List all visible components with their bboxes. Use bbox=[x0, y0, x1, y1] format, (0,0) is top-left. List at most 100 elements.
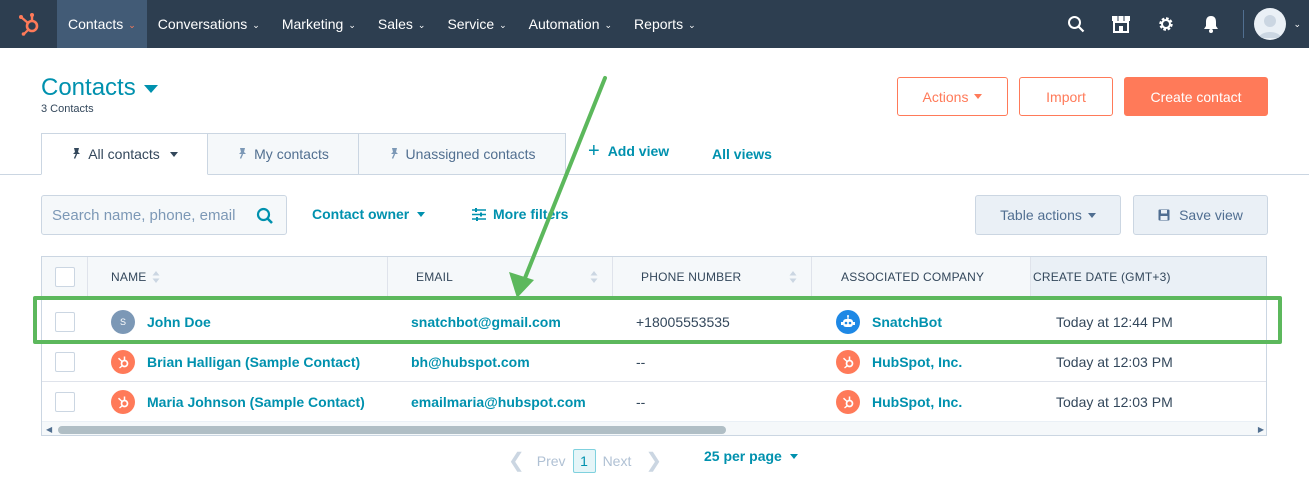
save-view-button[interactable]: Save view bbox=[1133, 195, 1268, 235]
column-label: CREATE DATE (GMT+3) bbox=[1033, 270, 1171, 284]
column-label: NAME bbox=[111, 270, 147, 284]
create-contact-label: Create contact bbox=[1150, 88, 1242, 105]
add-view-button[interactable]: + Add view bbox=[588, 140, 670, 162]
pin-icon bbox=[237, 147, 248, 162]
tab-label: My contacts bbox=[254, 146, 329, 162]
search-icon[interactable] bbox=[1053, 0, 1098, 48]
plus-icon: + bbox=[588, 140, 600, 162]
create-contact-button[interactable]: Create contact bbox=[1124, 77, 1268, 116]
tab-all-contacts[interactable]: All contacts bbox=[41, 133, 208, 175]
gear-icon[interactable] bbox=[1143, 0, 1188, 48]
email-link[interactable]: bh@hubspot.com bbox=[411, 354, 530, 370]
add-view-label: Add view bbox=[607, 143, 670, 159]
avatar-initial: S bbox=[119, 317, 126, 327]
scroll-right-icon[interactable]: ▶ bbox=[1258, 425, 1264, 434]
tab-label: Unassigned contacts bbox=[405, 146, 536, 162]
row-checkbox[interactable] bbox=[55, 392, 75, 412]
all-views-button[interactable]: All views bbox=[712, 146, 772, 162]
contact-owner-label: Contact owner bbox=[312, 206, 410, 222]
select-all-cell bbox=[42, 257, 88, 297]
company-link[interactable]: SnatchBot bbox=[872, 314, 942, 330]
caret-down-icon bbox=[789, 453, 798, 459]
select-all-checkbox[interactable] bbox=[54, 267, 75, 287]
tab-my-contacts[interactable]: My contacts bbox=[207, 133, 359, 175]
tab-unassigned-contacts[interactable]: Unassigned contacts bbox=[358, 133, 566, 175]
chevron-down-icon: ⌄ bbox=[688, 19, 696, 30]
create-date-value: Today at 12:03 PM bbox=[1056, 354, 1173, 370]
row-checkbox-cell bbox=[55, 302, 75, 342]
nav-conversations[interactable]: Conversations ⌄ bbox=[147, 0, 271, 48]
column-label: PHONE NUMBER bbox=[641, 270, 742, 284]
nav-label: Sales bbox=[377, 16, 413, 32]
marketplace-icon[interactable] bbox=[1098, 0, 1143, 48]
page-title[interactable]: Contacts bbox=[41, 74, 158, 102]
avatar: S bbox=[111, 310, 135, 334]
chevron-left-icon[interactable]: ❮ bbox=[508, 448, 525, 473]
bell-icon[interactable] bbox=[1188, 0, 1233, 48]
hubspot-logo-icon[interactable] bbox=[0, 0, 57, 48]
caret-down-icon bbox=[1087, 212, 1096, 218]
scroll-left-icon[interactable]: ◀ bbox=[46, 425, 52, 434]
table-actions-label: Table actions bbox=[1000, 207, 1082, 223]
company-link[interactable]: HubSpot, Inc. bbox=[872, 354, 962, 370]
pin-icon bbox=[71, 147, 82, 162]
hubspot-logo-icon bbox=[111, 350, 135, 374]
import-button[interactable]: Import bbox=[1019, 77, 1113, 116]
hubspot-logo-icon bbox=[111, 390, 135, 414]
column-header-email[interactable]: EMAIL bbox=[388, 257, 613, 297]
row-checkbox[interactable] bbox=[55, 312, 75, 332]
chevron-down-icon: ⌄ bbox=[252, 19, 260, 30]
nav-contacts[interactable]: Contacts ⌄ bbox=[57, 0, 147, 48]
search-input[interactable] bbox=[52, 206, 248, 224]
table-row[interactable]: Brian Halligan (Sample Contact) bh@hubsp… bbox=[42, 342, 1266, 382]
page-number[interactable]: 1 bbox=[572, 448, 596, 473]
chevron-down-icon: ⌄ bbox=[417, 19, 426, 30]
table-row[interactable]: Maria Johnson (Sample Contact) emailmari… bbox=[42, 382, 1266, 422]
contact-owner-filter[interactable]: Contact owner bbox=[312, 206, 426, 222]
column-header-create-date[interactable]: CREATE DATE (GMT+3) bbox=[1031, 257, 1266, 297]
email-link[interactable]: snatchbot@gmail.com bbox=[411, 314, 561, 330]
nav-marketing[interactable]: Marketing ⌄ bbox=[271, 0, 367, 48]
row-checkbox-cell bbox=[55, 382, 75, 422]
nav-right: ⌄ bbox=[1053, 0, 1309, 48]
chevron-right-icon[interactable]: ❯ bbox=[645, 448, 662, 473]
table-actions-button[interactable]: Table actions bbox=[975, 195, 1121, 235]
save-view-label: Save view bbox=[1179, 207, 1243, 223]
contact-name-link[interactable]: John Doe bbox=[147, 314, 211, 330]
chevron-down-icon: ⌄ bbox=[128, 19, 136, 30]
pagination: ❮ Prev 1 Next ❯ bbox=[508, 448, 662, 473]
nav-sales[interactable]: Sales ⌄ bbox=[367, 0, 437, 48]
nav-automation[interactable]: Automation ⌄ bbox=[518, 0, 623, 48]
per-page-selector[interactable]: 25 per page bbox=[704, 448, 798, 464]
column-header-company[interactable]: ASSOCIATED COMPANY bbox=[812, 257, 1031, 297]
nav-reports[interactable]: Reports ⌄ bbox=[623, 0, 707, 48]
hubspot-logo-icon bbox=[836, 350, 860, 374]
contact-count: 3 Contacts bbox=[41, 103, 94, 115]
email-link[interactable]: emailmaria@hubspot.com bbox=[411, 394, 586, 410]
nav-label: Contacts bbox=[68, 16, 124, 32]
table-row[interactable]: S John Doe snatchbot@gmail.com +18005553… bbox=[42, 302, 1266, 342]
scrollbar-thumb[interactable] bbox=[58, 426, 726, 434]
email-cell: snatchbot@gmail.com bbox=[411, 302, 561, 342]
sort-icon bbox=[590, 271, 598, 283]
column-header-phone[interactable]: PHONE NUMBER bbox=[613, 257, 812, 297]
date-cell: Today at 12:03 PM bbox=[1056, 382, 1173, 422]
row-checkbox-cell bbox=[55, 342, 75, 382]
caret-down-icon bbox=[169, 151, 178, 157]
contact-name-link[interactable]: Brian Halligan (Sample Contact) bbox=[147, 354, 360, 370]
table-header: NAME EMAIL PHONE NUMBER ASSOCIATED COMPA… bbox=[42, 257, 1266, 297]
next-page-button[interactable]: Next bbox=[603, 453, 632, 469]
row-checkbox[interactable] bbox=[55, 352, 75, 372]
actions-button[interactable]: Actions bbox=[897, 77, 1008, 116]
company-link[interactable]: HubSpot, Inc. bbox=[872, 394, 962, 410]
nav-service[interactable]: Service ⌄ bbox=[436, 0, 517, 48]
column-header-name[interactable]: NAME bbox=[88, 257, 388, 297]
more-filters-button[interactable]: More filters bbox=[472, 206, 568, 222]
prev-page-button[interactable]: Prev bbox=[537, 453, 566, 469]
hubspot-logo-icon bbox=[836, 390, 860, 414]
phone-cell: -- bbox=[636, 382, 645, 422]
account-menu[interactable]: ⌄ bbox=[1254, 8, 1309, 40]
horizontal-scrollbar[interactable]: ◀ ▶ bbox=[42, 421, 1266, 435]
contact-name-link[interactable]: Maria Johnson (Sample Contact) bbox=[147, 394, 365, 410]
search-icon[interactable] bbox=[256, 207, 274, 230]
